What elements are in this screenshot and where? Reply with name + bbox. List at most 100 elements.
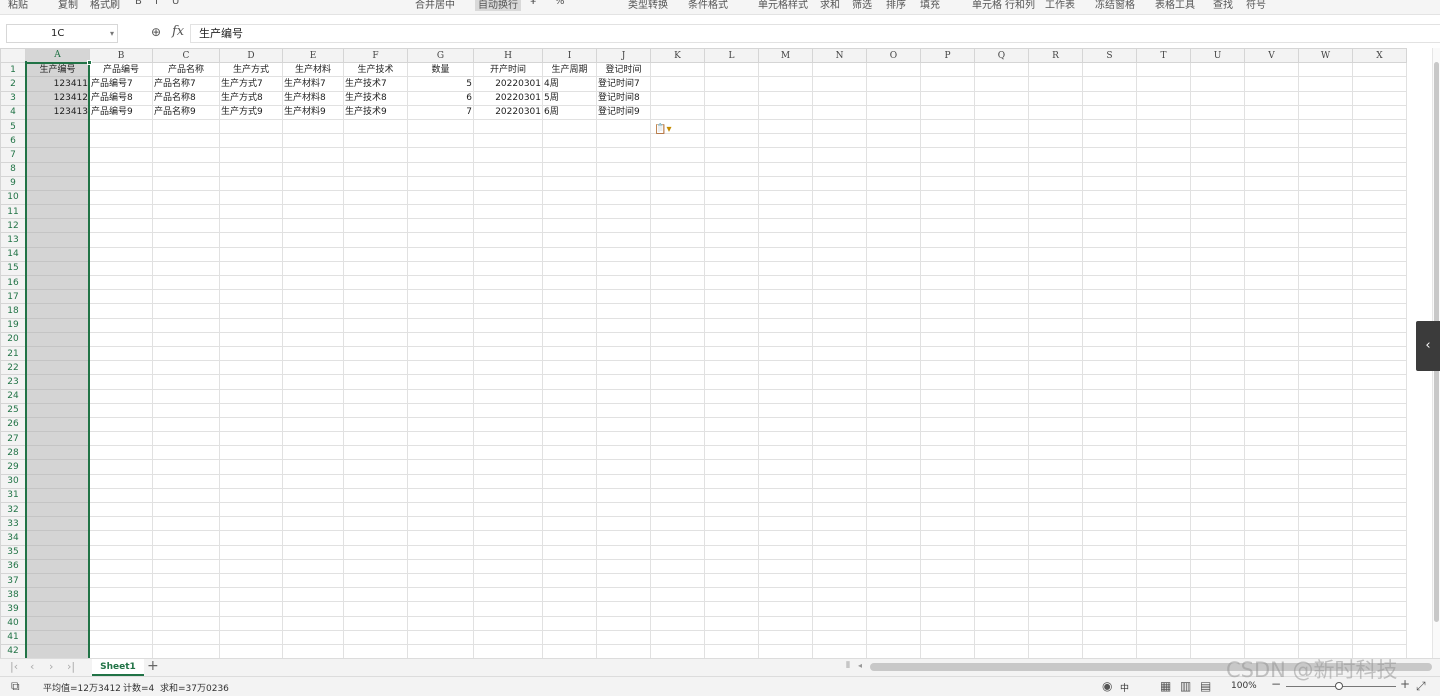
cell[interactable]: [407, 501, 474, 518]
cell[interactable]: [650, 416, 705, 433]
cell[interactable]: [1352, 175, 1407, 191]
cell[interactable]: [1136, 260, 1191, 277]
cell[interactable]: [219, 431, 283, 447]
cell[interactable]: [473, 161, 543, 177]
cell[interactable]: [1298, 147, 1353, 163]
cell[interactable]: [542, 345, 597, 362]
cell[interactable]: [704, 402, 759, 418]
cell[interactable]: [1244, 388, 1299, 404]
cell[interactable]: [812, 487, 867, 504]
cell[interactable]: [974, 289, 1029, 305]
cell[interactable]: [866, 388, 921, 404]
cell[interactable]: [89, 530, 153, 546]
cell[interactable]: [812, 388, 867, 404]
cell[interactable]: [974, 431, 1029, 447]
row-header[interactable]: 13: [0, 232, 26, 248]
cell[interactable]: [812, 260, 867, 277]
normal-view-icon[interactable]: ▦: [1160, 679, 1171, 693]
cell[interactable]: [596, 516, 651, 532]
cell[interactable]: [473, 544, 543, 560]
cell[interactable]: [920, 388, 975, 404]
cell[interactable]: [1082, 558, 1137, 574]
cell[interactable]: [282, 246, 344, 262]
cell[interactable]: [1190, 303, 1245, 319]
cell[interactable]: [1082, 175, 1137, 191]
cell[interactable]: [758, 487, 813, 504]
cell[interactable]: [473, 147, 543, 163]
cell[interactable]: [1190, 317, 1245, 333]
cell[interactable]: [1136, 501, 1191, 518]
cell[interactable]: [1136, 331, 1191, 347]
cell[interactable]: [812, 303, 867, 319]
cell[interactable]: [25, 615, 90, 631]
cell[interactable]: [920, 147, 975, 163]
page-break-view-icon[interactable]: ▤: [1200, 679, 1211, 693]
cell[interactable]: [219, 459, 283, 475]
ribbon-item[interactable]: 查找: [1213, 0, 1233, 11]
cell[interactable]: [704, 501, 759, 518]
cell[interactable]: [1244, 487, 1299, 504]
cell[interactable]: [219, 416, 283, 433]
cell[interactable]: [920, 218, 975, 234]
cell[interactable]: [542, 459, 597, 475]
cell[interactable]: [1298, 629, 1353, 645]
cell[interactable]: [596, 161, 651, 177]
cell[interactable]: [866, 487, 921, 504]
cell[interactable]: [596, 388, 651, 404]
cell[interactable]: [974, 530, 1029, 546]
cell[interactable]: [542, 615, 597, 631]
name-box[interactable]: 1C ▾: [6, 24, 118, 43]
cell[interactable]: [1352, 431, 1407, 447]
cell[interactable]: [866, 601, 921, 617]
cell[interactable]: [407, 416, 474, 433]
cell[interactable]: [1136, 345, 1191, 362]
cell[interactable]: [343, 572, 408, 589]
cell[interactable]: [219, 260, 283, 277]
cell[interactable]: [1190, 416, 1245, 433]
cell[interactable]: [1190, 501, 1245, 518]
cell[interactable]: [1028, 431, 1083, 447]
cell[interactable]: [1136, 104, 1191, 120]
cell[interactable]: [473, 274, 543, 291]
cell[interactable]: [407, 260, 474, 277]
cell[interactable]: [343, 643, 408, 658]
cell[interactable]: [152, 501, 220, 518]
cell[interactable]: [1136, 431, 1191, 447]
cell[interactable]: [282, 303, 344, 319]
cell[interactable]: [812, 331, 867, 347]
cell[interactable]: [920, 516, 975, 532]
cell[interactable]: [1352, 558, 1407, 574]
cell[interactable]: [1136, 147, 1191, 163]
cell[interactable]: [219, 204, 283, 220]
cell[interactable]: [1190, 544, 1245, 560]
cell[interactable]: [1244, 473, 1299, 489]
cell[interactable]: [812, 544, 867, 560]
cell[interactable]: [1082, 90, 1137, 106]
cell[interactable]: [1136, 90, 1191, 106]
cell[interactable]: [1082, 459, 1137, 475]
cell[interactable]: [89, 374, 153, 390]
row-header[interactable]: 26: [0, 416, 26, 433]
cell[interactable]: [596, 232, 651, 248]
cell[interactable]: [920, 118, 975, 135]
cell[interactable]: [1136, 246, 1191, 262]
cell[interactable]: [542, 147, 597, 163]
cell[interactable]: [866, 431, 921, 447]
cell[interactable]: [25, 416, 90, 433]
cell[interactable]: [1082, 133, 1137, 149]
cell[interactable]: 登记时间9: [596, 104, 651, 120]
cell[interactable]: [1028, 76, 1083, 92]
cell[interactable]: [25, 530, 90, 546]
cell[interactable]: [974, 558, 1029, 574]
cell[interactable]: [758, 601, 813, 617]
cell[interactable]: [1082, 629, 1137, 645]
fill-handle[interactable]: [87, 60, 92, 65]
row-header[interactable]: 16: [0, 274, 26, 291]
cell[interactable]: [974, 487, 1029, 504]
cell[interactable]: [812, 374, 867, 390]
cell[interactable]: [152, 204, 220, 220]
cell[interactable]: [25, 572, 90, 589]
cell[interactable]: [1082, 104, 1137, 120]
cell[interactable]: [920, 161, 975, 177]
cell[interactable]: [758, 388, 813, 404]
